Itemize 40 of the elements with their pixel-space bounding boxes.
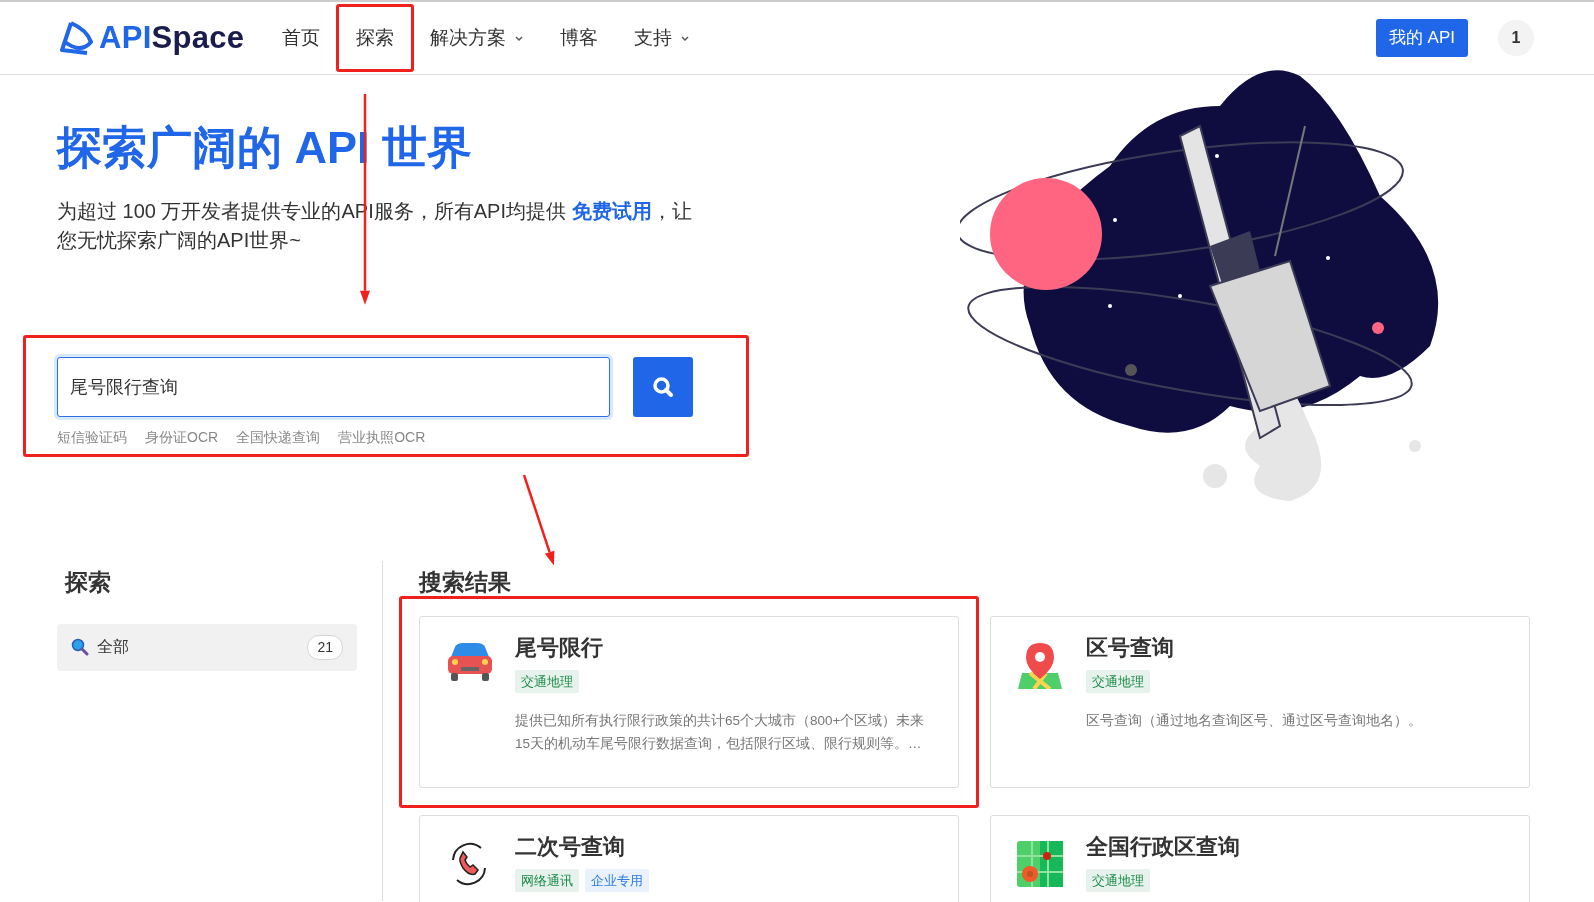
nav-link[interactable]: 首页 bbox=[268, 11, 335, 65]
search-icon bbox=[652, 376, 674, 398]
card-description: 区号查询（通过地名查询区号、通过区号查询地名）。 bbox=[1086, 712, 1423, 730]
category-tag: 企业专用 bbox=[585, 868, 649, 892]
search-icon bbox=[71, 638, 89, 656]
map-pin-icon bbox=[1016, 640, 1064, 689]
hot-search-link[interactable]: 短信验证码 bbox=[57, 429, 127, 445]
car-icon bbox=[445, 640, 495, 683]
logo-icon bbox=[57, 20, 95, 56]
category-tag: 交通地理 bbox=[1086, 868, 1150, 892]
card-description: 提供已知所有执行限行政策的共计65个大城市（800+个区域）未来15天的机动车尾号限行数据查询，包括限行区域、限行规则等。… bbox=[515, 712, 926, 753]
sidebar-item[interactable]: 全部 21 bbox=[57, 623, 357, 671]
my-api-button[interactable]: 我的 API bbox=[1375, 19, 1468, 57]
card-title: 区号查询 bbox=[1086, 633, 1175, 662]
sidebar-title: 探索 bbox=[65, 568, 112, 597]
nav-link[interactable]: 支持 bbox=[620, 11, 705, 65]
nav-link[interactable]: 博客 bbox=[546, 11, 613, 65]
search-field[interactable]: 尾号限行查询 bbox=[57, 357, 610, 417]
user-avatar[interactable]: 1 bbox=[1498, 20, 1534, 56]
category-tag: 交通地理 bbox=[515, 669, 579, 693]
nav-link[interactable]: 探索 bbox=[342, 11, 409, 65]
result-card[interactable]: 二次号查询 网络通讯 企业专用 bbox=[419, 814, 959, 902]
sidebar-item-label: 全部 bbox=[97, 637, 129, 657]
result-card[interactable]: 尾号限行 交通地理 提供已知所有执行限行政策的共计65个大城市（800+个区域）未来15天的机动车尾号限行数据查询，包括限行区域、限行规则等。… bbox=[419, 615, 959, 788]
hot-search-link[interactable]: 身份证OCR bbox=[145, 429, 219, 445]
logo-text[interactable]: APISpace bbox=[99, 14, 245, 62]
results-title: 搜索结果 bbox=[419, 568, 512, 597]
card-title: 尾号限行 bbox=[515, 633, 604, 662]
hot-search-link[interactable]: 全国快递查询 bbox=[236, 429, 321, 445]
count-badge: 21 bbox=[307, 634, 343, 660]
result-card[interactable]: 全国行政区查询 交通地理 bbox=[990, 814, 1530, 902]
result-card[interactable]: 区号查询 交通地理 区号查询（通过地名查询区号、通过区号查询地名）。 bbox=[990, 615, 1530, 788]
card-title: 二次号查询 bbox=[515, 832, 626, 861]
nav-link[interactable]: 解决方案 bbox=[416, 11, 539, 65]
hot-search-link[interactable]: 营业执照OCR bbox=[338, 429, 426, 445]
card-title: 全国行政区查询 bbox=[1086, 832, 1241, 861]
category-tag: 网络通讯 bbox=[515, 868, 579, 892]
category-tag: 交通地理 bbox=[1086, 669, 1150, 693]
map-grid-icon bbox=[1016, 839, 1064, 888]
search-button[interactable] bbox=[633, 357, 693, 417]
